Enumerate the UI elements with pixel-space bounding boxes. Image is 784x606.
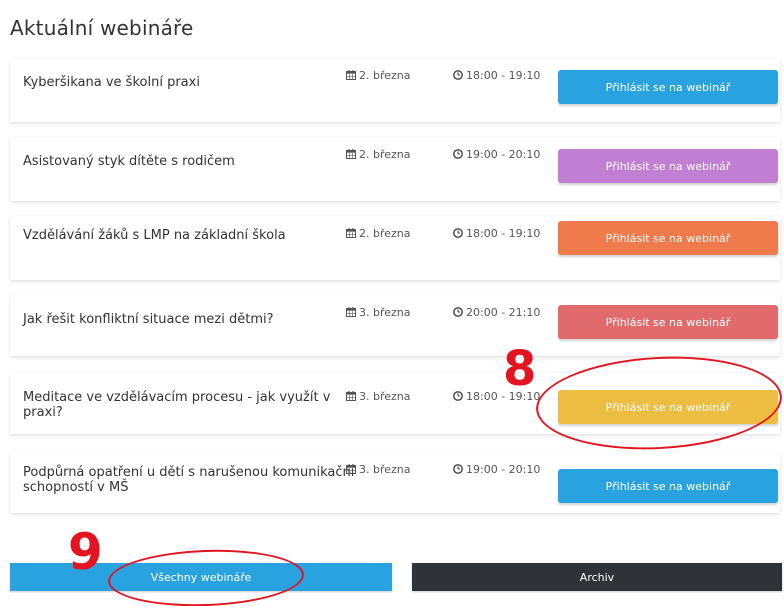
webinar-row: Jak řešit konfliktní situace mezi dětmi?… <box>10 295 780 356</box>
webinar-date-text: 2. března <box>359 69 411 82</box>
webinar-row: Kyberšikana ve školní praxi 2. března 18… <box>10 58 780 122</box>
clock-icon <box>453 149 463 159</box>
calendar-icon <box>346 307 356 317</box>
webinar-time: 18:00 - 19:10 <box>453 69 540 82</box>
register-button[interactable]: Přihlásit se na webinář <box>558 469 778 503</box>
webinar-row: Asistovaný styk dítěte s rodičem 2. břez… <box>10 137 780 201</box>
webinar-row: Vzdělávání žáků s LMP na základní škola … <box>10 216 780 280</box>
webinar-title: Asistovaný styk dítěte s rodičem <box>23 154 235 169</box>
webinar-time-text: 19:00 - 20:10 <box>466 463 541 476</box>
webinar-date: 3. března <box>346 306 411 319</box>
clock-icon <box>453 228 463 238</box>
register-button[interactable]: Přihlásit se na webinář <box>558 305 778 339</box>
calendar-icon <box>346 228 356 238</box>
webinar-date-text: 3. března <box>359 306 411 319</box>
webinar-date: 3. března <box>346 463 411 476</box>
webinar-time: 19:00 - 20:10 <box>453 148 540 161</box>
annotation-number-8: 8 <box>503 341 537 397</box>
annotation-ring-8 <box>533 350 784 456</box>
clock-icon <box>453 391 463 401</box>
webinar-date-text: 2. března <box>359 148 411 161</box>
webinar-row: Podpůrná opatření u dětí s narušenou kom… <box>10 452 780 513</box>
webinar-time-text: 19:00 - 20:10 <box>466 148 541 161</box>
webinar-title: Meditace ve vzdělávacím procesu - jak vy… <box>23 390 331 420</box>
calendar-icon <box>346 464 356 474</box>
annotation-ring-9 <box>107 546 305 606</box>
webinar-date: 2. března <box>346 227 411 240</box>
webinar-title: Podpůrná opatření u dětí s narušenou kom… <box>23 465 355 495</box>
annotation-number-9: 9 <box>68 523 103 581</box>
webinar-date-text: 3. března <box>359 463 411 476</box>
webinar-title: Jak řešit konfliktní situace mezi dětmi? <box>23 312 274 327</box>
webinar-time: 18:00 - 19:10 <box>453 227 540 240</box>
webinar-time-text: 20:00 - 21:10 <box>466 306 541 319</box>
webinar-time-text: 18:00 - 19:10 <box>466 227 541 240</box>
clock-icon <box>453 464 463 474</box>
webinar-date-text: 2. března <box>359 227 411 240</box>
webinar-date: 3. března <box>346 390 411 403</box>
register-button[interactable]: Přihlásit se na webinář <box>558 70 778 104</box>
page-title: Aktuální webináře <box>10 16 194 40</box>
webinar-time: 19:00 - 20:10 <box>453 463 540 476</box>
webinar-title: Kyberšikana ve školní praxi <box>23 75 200 90</box>
calendar-icon <box>346 391 356 401</box>
webinar-time-text: 18:00 - 19:10 <box>466 69 541 82</box>
webinar-date: 2. března <box>346 148 411 161</box>
clock-icon <box>453 307 463 317</box>
clock-icon <box>453 70 463 80</box>
register-button[interactable]: Přihlásit se na webinář <box>558 149 778 183</box>
register-button[interactable]: Přihlásit se na webinář <box>558 221 778 255</box>
webinar-title: Vzdělávání žáků s LMP na základní škola <box>23 228 286 243</box>
webinar-date: 2. března <box>346 69 411 82</box>
calendar-icon <box>346 149 356 159</box>
archive-button[interactable]: Archiv <box>412 563 782 591</box>
calendar-icon <box>346 70 356 80</box>
webinar-date-text: 3. března <box>359 390 411 403</box>
webinar-time: 20:00 - 21:10 <box>453 306 540 319</box>
